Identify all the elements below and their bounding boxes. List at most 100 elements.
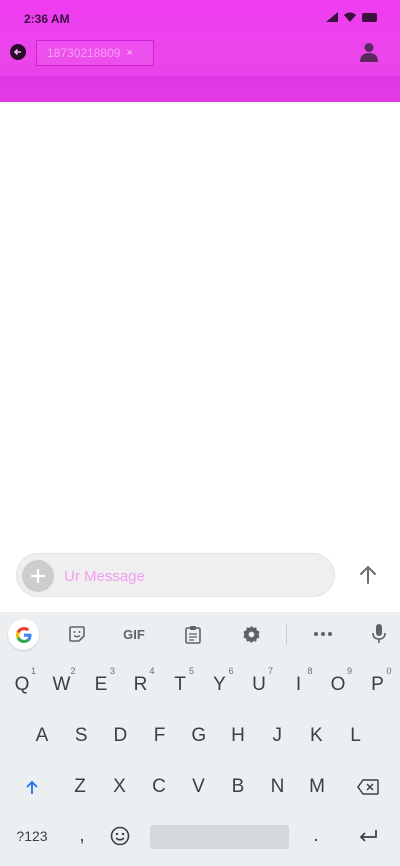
key-hint: 0 [386,666,392,676]
key-label: R [133,674,148,695]
key-label: F [153,725,166,746]
battery-icon [362,12,377,22]
key-label: S [74,725,88,746]
key-hint: 9 [346,666,352,676]
period-key[interactable]: . [298,816,334,856]
more-dots-icon [314,632,332,636]
key-label: L [350,725,361,746]
back-arrow-icon [13,48,21,56]
comma-key[interactable]: , [64,816,100,856]
key-label: E [94,674,108,695]
key-label: Z [74,776,86,797]
app-header: 2:36 AM 18730218809 × [0,0,400,102]
key-d[interactable]: D [102,716,138,756]
sticker-button[interactable] [66,622,88,646]
key-k[interactable]: K [298,716,334,756]
key-hint: 4 [149,666,155,676]
shift-arrow-icon [26,780,38,794]
status-icons [326,12,378,22]
voice-input-button[interactable] [370,622,388,646]
message-list [0,102,400,542]
key-label: G [191,725,207,746]
key-hint: 3 [109,666,115,676]
space-bar[interactable] [150,825,289,849]
key-b[interactable]: B [220,767,256,807]
clipboard-icon [185,625,201,644]
key-p[interactable]: P0 [360,665,396,705]
sticker-icon [69,626,85,642]
key-m[interactable]: M [299,767,335,807]
recipient-chip[interactable]: 18730218809 × [36,40,154,66]
key-u[interactable]: U7 [241,665,277,705]
shift-key[interactable] [12,767,52,807]
key-label: V [192,776,205,797]
key-j[interactable]: J [259,716,295,756]
key-e[interactable]: E3 [83,665,119,705]
key-f[interactable]: F [142,716,178,756]
key-label: K [310,725,323,746]
key-n[interactable]: N [260,767,296,807]
key-label: M [309,776,325,797]
key-hint: 2 [70,666,76,676]
key-l[interactable]: L [338,716,374,756]
settings-button[interactable] [241,622,261,646]
key-label: H [231,725,245,746]
key-c[interactable]: C [141,767,177,807]
key-label: W [52,674,71,695]
key-label: Y [213,674,226,695]
key-label: D [113,725,128,746]
key-label: A [35,725,49,746]
conversation-toolbar: 18730218809 × [0,36,400,72]
key-hint: 7 [267,666,273,676]
key-y[interactable]: Y6 [202,665,238,705]
plus-icon [30,568,46,584]
message-input[interactable] [64,560,324,592]
emoji-icon [110,826,130,846]
key-o[interactable]: O9 [320,665,356,705]
key-i[interactable]: I8 [281,665,317,705]
key-w[interactable]: W2 [44,665,80,705]
key-label: P [371,674,384,695]
key-label: Q [14,674,30,695]
gif-button[interactable]: GIF [119,622,149,646]
key-hint: 1 [30,666,36,676]
key-t[interactable]: T5 [162,665,198,705]
key-label: T [174,674,186,695]
gear-icon [242,625,260,643]
status-bar: 2:36 AM [0,0,400,36]
chip-remove-button[interactable]: × [126,47,132,59]
google-button[interactable] [8,619,39,650]
recipient-number: 18730218809 [47,46,121,60]
key-v[interactable]: V [181,767,217,807]
wifi-icon [344,12,356,22]
key-g[interactable]: G [181,716,217,756]
key-label: B [231,776,245,797]
enter-key[interactable] [350,816,386,856]
more-button[interactable] [312,622,334,646]
key-q[interactable]: Q1 [4,665,40,705]
clipboard-button[interactable] [183,622,203,646]
back-button[interactable] [10,44,26,60]
key-x[interactable]: X [102,767,138,807]
emoji-key[interactable] [102,816,138,856]
google-g-icon [15,626,32,643]
key-hint: 8 [307,666,313,676]
microphone-icon [372,624,386,643]
key-hint: 6 [228,666,234,676]
enter-icon [359,830,377,842]
backspace-key[interactable] [348,767,388,807]
key-a[interactable]: A [24,716,60,756]
send-button[interactable] [356,563,380,587]
message-composer [16,553,335,597]
attach-button[interactable] [22,560,54,592]
key-r[interactable]: R4 [123,665,159,705]
person-icon[interactable] [360,42,378,62]
key-s[interactable]: S [63,716,99,756]
symbols-key[interactable]: ?123 [10,816,54,856]
key-h[interactable]: H [220,716,256,756]
key-label: X [113,776,126,797]
keyboard-toolbar: GIF [0,612,400,657]
status-time: 2:36 AM [24,12,70,26]
key-z[interactable]: Z [62,767,98,807]
soft-keyboard: GIF Q1W2E 3 R 4 T 5 Y 6 U 7 I 8 O 9 P 0 … [0,612,400,866]
